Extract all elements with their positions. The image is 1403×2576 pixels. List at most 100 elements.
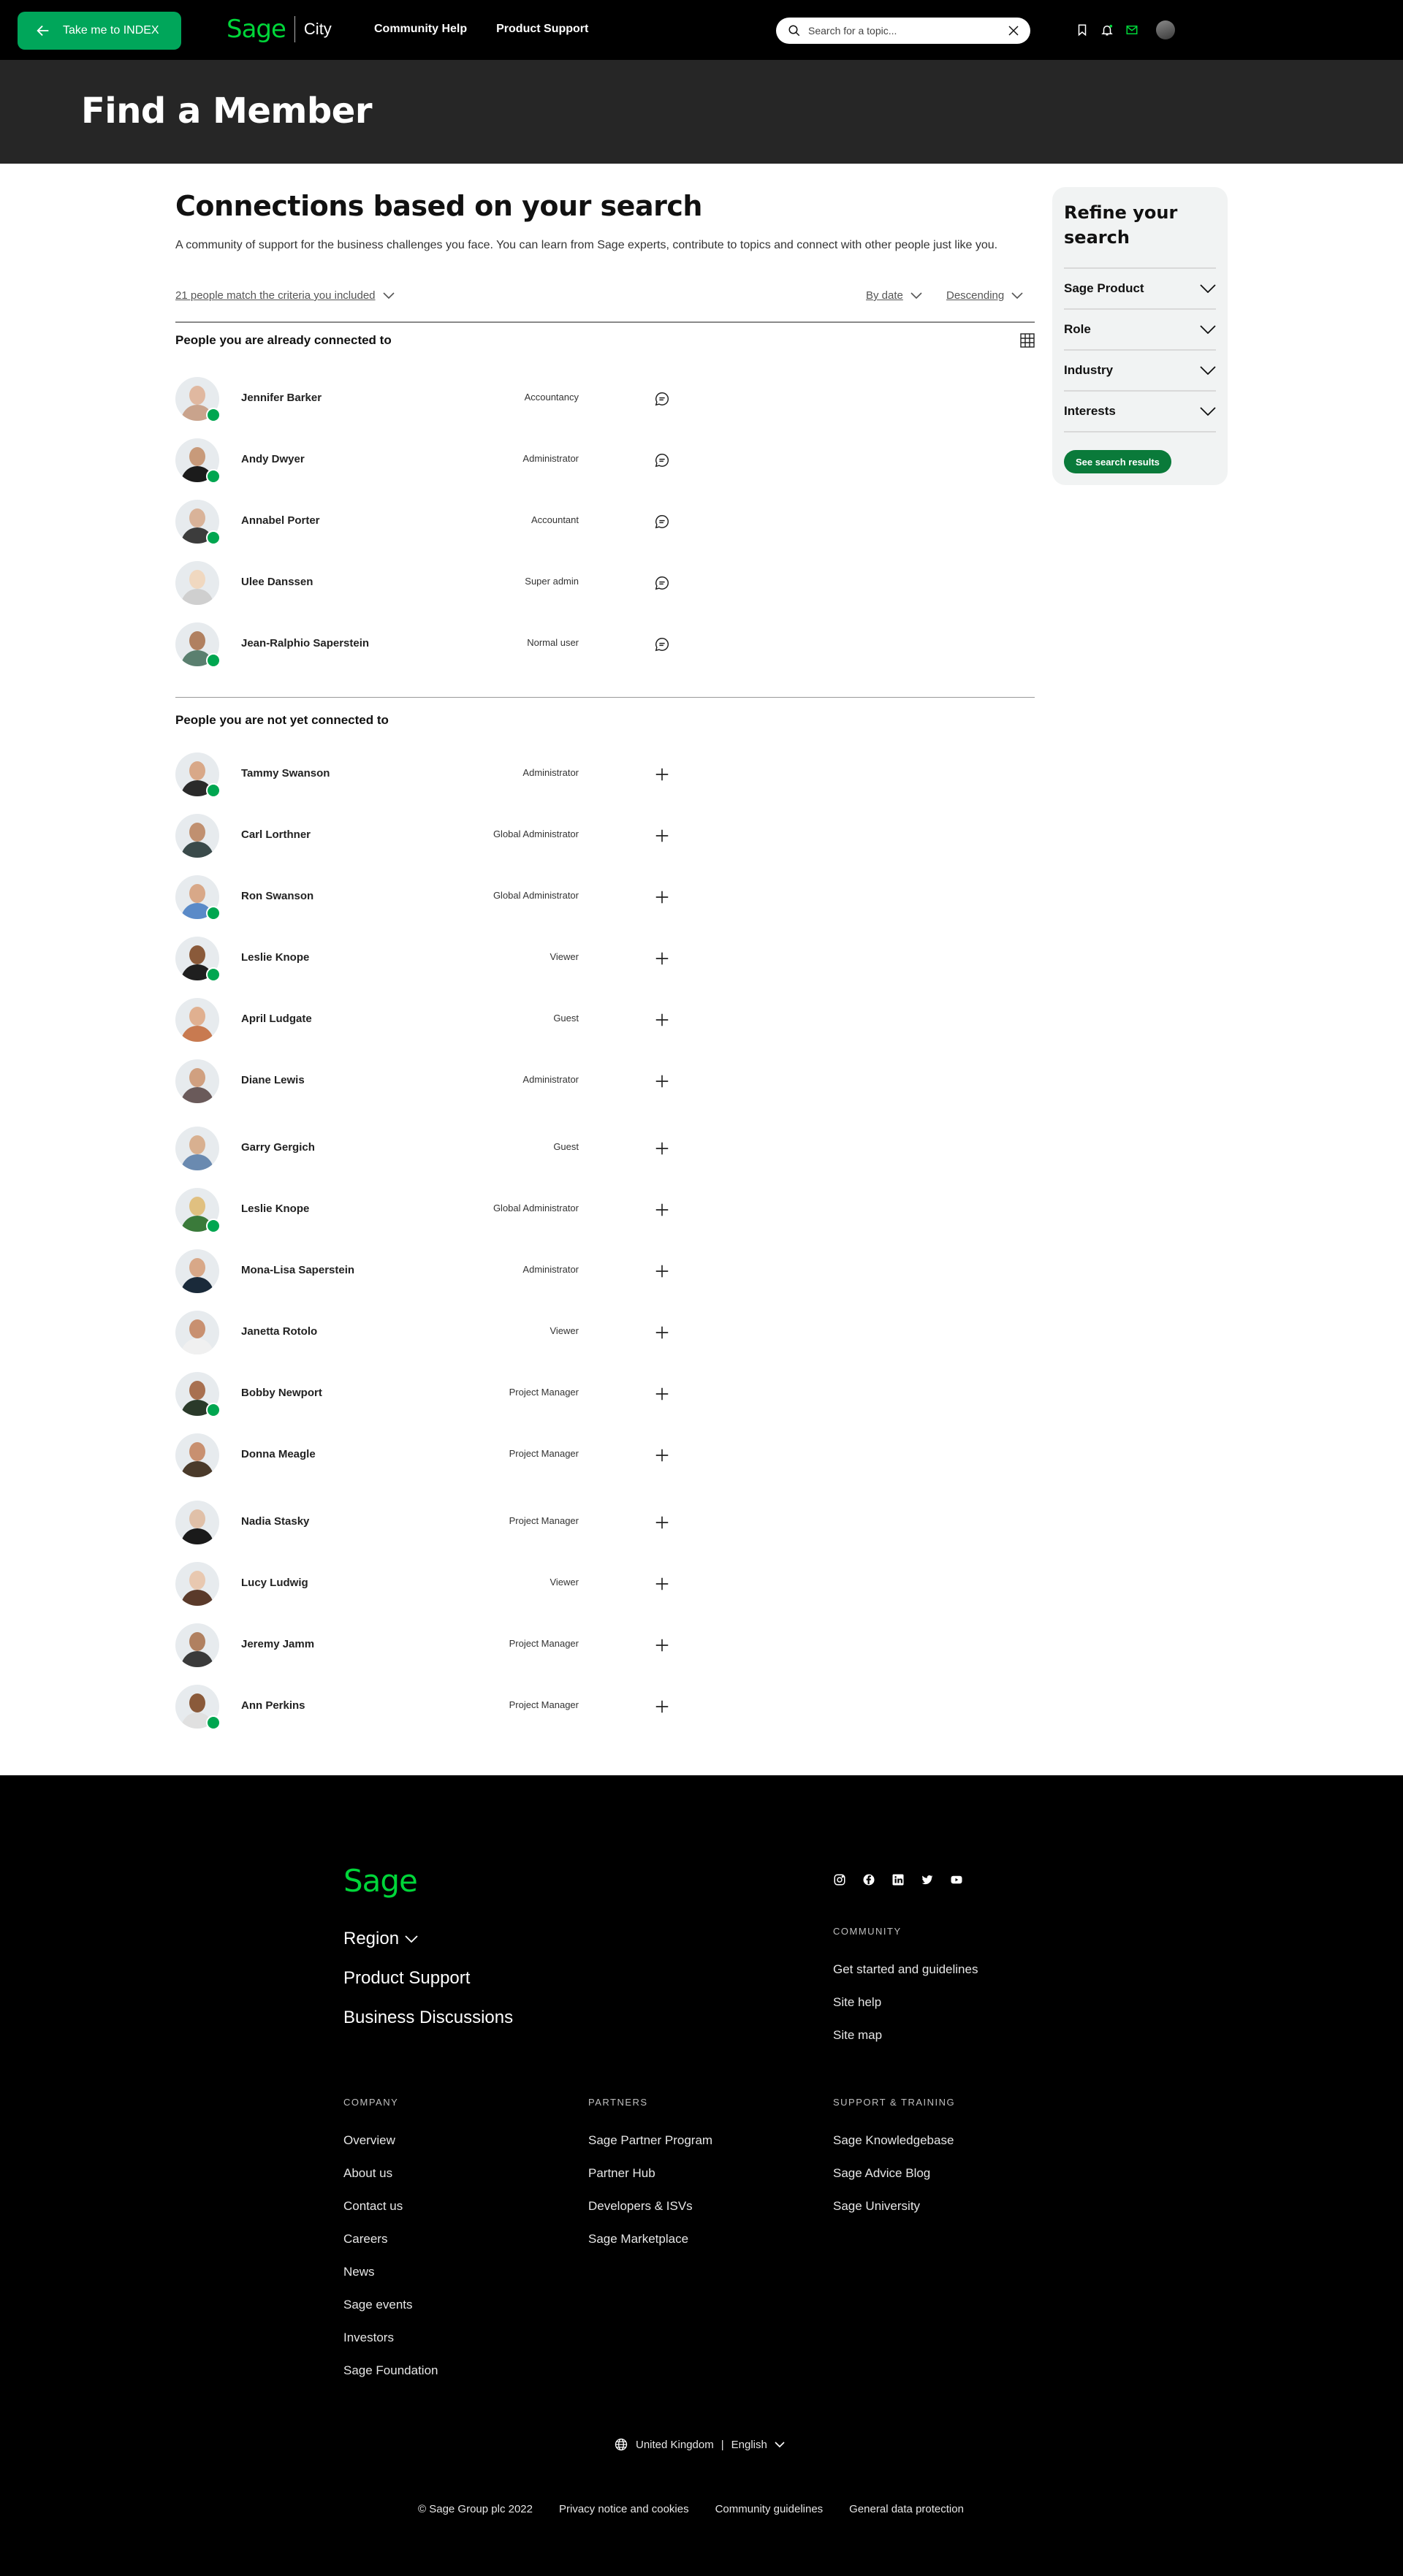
member-name[interactable]: Diane Lewis	[241, 1074, 305, 1086]
member-name[interactable]: Leslie Knope	[241, 1203, 309, 1215]
add-connection-icon[interactable]	[653, 950, 671, 967]
privacy-link[interactable]: Privacy notice and cookies	[559, 2503, 689, 2515]
footer-link[interactable]: Careers	[343, 2232, 387, 2247]
twitter-icon[interactable]	[921, 1873, 934, 1886]
message-icon[interactable]	[653, 390, 671, 408]
user-avatar[interactable]	[1156, 20, 1175, 39]
footer-link[interactable]: Contact us	[343, 2199, 403, 2214]
see-search-results-button[interactable]: See search results	[1064, 450, 1171, 473]
footer-link[interactable]: Developers & ISVs	[588, 2199, 693, 2214]
add-connection-icon[interactable]	[653, 1011, 671, 1029]
member-name[interactable]: Lucy Ludwig	[241, 1577, 308, 1589]
member-name[interactable]: Jennifer Barker	[241, 392, 322, 404]
brand[interactable]: Sage City	[227, 15, 332, 44]
member-name[interactable]: Ann Perkins	[241, 1699, 305, 1712]
message-icon[interactable]	[653, 574, 671, 592]
avatar[interactable]	[175, 561, 219, 605]
avatar[interactable]	[175, 1127, 219, 1170]
avatar[interactable]	[175, 1562, 219, 1606]
avatar[interactable]	[175, 1623, 219, 1667]
footer-link[interactable]: Site map	[833, 2028, 882, 2043]
member-name[interactable]: Garry Gergich	[241, 1141, 315, 1154]
member-name[interactable]: Leslie Knope	[241, 951, 309, 964]
footer-link[interactable]: Sage Marketplace	[588, 2232, 688, 2247]
bell-icon[interactable]	[1099, 22, 1115, 38]
avatar[interactable]	[175, 1059, 219, 1103]
nav-link-community-help[interactable]: Community Help	[374, 23, 467, 36]
locale-selector[interactable]: United Kingdom | English	[614, 2437, 785, 2452]
match-count-dropdown[interactable]: 21 people match the criteria you include…	[175, 289, 395, 302]
avatar[interactable]	[175, 1501, 219, 1544]
message-icon[interactable]	[653, 513, 671, 530]
instagram-icon[interactable]	[833, 1873, 846, 1886]
filter-industry[interactable]: Industry	[1064, 349, 1216, 390]
member-name[interactable]: April Ludgate	[241, 1013, 312, 1025]
footer-link[interactable]: Investors	[343, 2331, 394, 2345]
member-name[interactable]: Ulee Danssen	[241, 576, 313, 588]
youtube-icon[interactable]	[950, 1873, 963, 1886]
footer-link[interactable]: Overview	[343, 2133, 395, 2148]
close-icon[interactable]	[1007, 24, 1020, 37]
sort-by-dropdown[interactable]: By date	[866, 289, 922, 302]
linkedin-icon[interactable]	[891, 1873, 905, 1886]
avatar[interactable]	[175, 998, 219, 1042]
add-connection-icon[interactable]	[653, 1140, 671, 1157]
add-connection-icon[interactable]	[653, 1201, 671, 1219]
member-name[interactable]: Jeremy Jamm	[241, 1638, 314, 1650]
grid-view-icon[interactable]	[1020, 333, 1035, 348]
mail-icon[interactable]	[1124, 22, 1140, 38]
avatar[interactable]	[175, 1433, 219, 1477]
footer-link[interactable]: About us	[343, 2166, 392, 2181]
facebook-icon[interactable]	[862, 1873, 875, 1886]
footer-link[interactable]: Sage Foundation	[343, 2363, 438, 2378]
message-icon[interactable]	[653, 451, 671, 469]
add-connection-icon[interactable]	[653, 1262, 671, 1280]
bookmark-icon[interactable]	[1074, 22, 1090, 38]
avatar[interactable]	[175, 1249, 219, 1293]
add-connection-icon[interactable]	[653, 1514, 671, 1531]
footer-link[interactable]: Sage events	[343, 2298, 413, 2312]
member-name[interactable]: Andy Dwyer	[241, 453, 305, 465]
footer-link[interactable]: Sage Advice Blog	[833, 2166, 930, 2181]
region-dropdown[interactable]: Region	[343, 1929, 418, 1949]
add-connection-icon[interactable]	[653, 1324, 671, 1341]
member-name[interactable]: Donna Meagle	[241, 1448, 316, 1460]
add-connection-icon[interactable]	[653, 1575, 671, 1593]
data-protection-link[interactable]: General data protection	[849, 2503, 964, 2515]
message-icon[interactable]	[653, 636, 671, 653]
member-name[interactable]: Janetta Rotolo	[241, 1325, 317, 1338]
member-name[interactable]: Mona-Lisa Saperstein	[241, 1264, 354, 1276]
member-name[interactable]: Carl Lorthner	[241, 828, 311, 841]
member-name[interactable]: Ron Swanson	[241, 890, 313, 902]
footer-link[interactable]: News	[343, 2265, 375, 2279]
add-connection-icon[interactable]	[653, 1698, 671, 1715]
filter-sage-product[interactable]: Sage Product	[1064, 267, 1216, 308]
add-connection-icon[interactable]	[653, 1385, 671, 1403]
order-dropdown[interactable]: Descending	[946, 289, 1023, 302]
nav-link-product-support[interactable]: Product Support	[496, 23, 588, 36]
community-guidelines-link[interactable]: Community guidelines	[715, 2503, 824, 2515]
member-name[interactable]: Annabel Porter	[241, 514, 320, 527]
back-to-index-button[interactable]: Take me to INDEX	[18, 12, 181, 50]
add-connection-icon[interactable]	[653, 827, 671, 845]
footer-link[interactable]: Get started and guidelines	[833, 1962, 978, 1977]
add-connection-icon[interactable]	[653, 766, 671, 783]
footer-link[interactable]: Sage University	[833, 2199, 920, 2214]
add-connection-icon[interactable]	[653, 1636, 671, 1654]
footer-link[interactable]: Sage Knowledgebase	[833, 2133, 954, 2148]
footer-link-business-discussions[interactable]: Business Discussions	[343, 2008, 513, 2028]
avatar[interactable]	[175, 1311, 219, 1354]
filter-role[interactable]: Role	[1064, 308, 1216, 349]
footer-link[interactable]: Sage Partner Program	[588, 2133, 712, 2148]
member-name[interactable]: Bobby Newport	[241, 1387, 322, 1399]
footer-sage-logo[interactable]: Sage	[343, 1863, 418, 1899]
add-connection-icon[interactable]	[653, 888, 671, 906]
add-connection-icon[interactable]	[653, 1072, 671, 1090]
member-name[interactable]: Tammy Swanson	[241, 767, 330, 780]
footer-link-product-support[interactable]: Product Support	[343, 1968, 470, 1989]
member-name[interactable]: Nadia Stasky	[241, 1515, 309, 1528]
avatar[interactable]	[175, 814, 219, 858]
footer-link[interactable]: Site help	[833, 1995, 881, 2010]
filter-interests[interactable]: Interests	[1064, 390, 1216, 431]
search-input[interactable]	[808, 25, 1000, 37]
